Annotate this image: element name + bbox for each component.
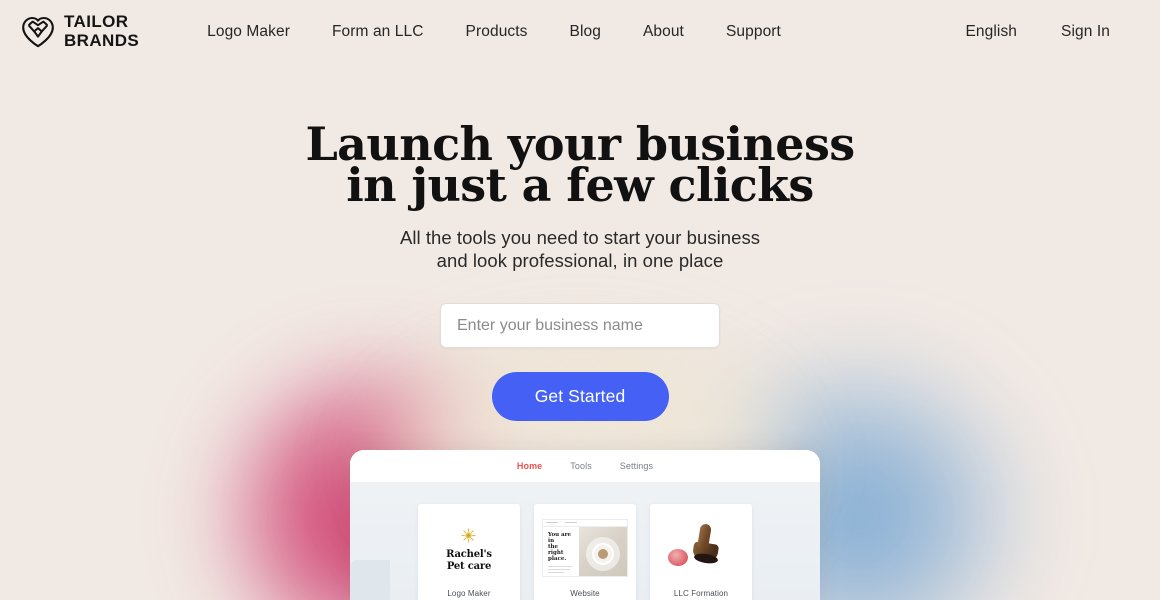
nav-item-logo-maker[interactable]: Logo Maker: [186, 23, 311, 41]
mockup-tab-home[interactable]: Home: [517, 461, 542, 471]
nav-item-products[interactable]: Products: [445, 23, 549, 41]
website-preview-topbar: [543, 520, 627, 527]
mockup-side-panel: [350, 560, 390, 600]
logo-preview-art: Rachel's Pet care: [418, 504, 520, 589]
page-title: Launch your business in just a few click…: [0, 121, 1160, 212]
mockup-tab-tools[interactable]: Tools: [570, 461, 592, 471]
tailor-brands-heart-shield-icon: [21, 16, 55, 48]
hero-subtitle-line1: All the tools you need to start your bus…: [399, 227, 761, 248]
website-preview-headline-line1: You are in: [548, 531, 571, 544]
brand-logo[interactable]: TAILOR BRANDS: [21, 13, 139, 51]
logo-preview-name-line2: Pet care: [446, 560, 492, 572]
hero-subtitle: All the tools you need to start your bus…: [0, 226, 1160, 272]
mockup-card-label-llc-formation: LLC Formation: [673, 589, 729, 598]
brand-wordmark-line1: TAILOR: [64, 12, 129, 31]
main-nav: Logo Maker Form an LLC Products Blog Abo…: [186, 23, 802, 41]
website-preview-body-lines: [548, 565, 575, 574]
wax-seal-icon: [668, 548, 688, 566]
website-preview-headline-line3: place.: [548, 555, 567, 562]
hero-section: Launch your business in just a few click…: [0, 64, 1160, 421]
nav-item-about[interactable]: About: [622, 23, 705, 41]
mockup-card-llc-formation[interactable]: LLC Formation: [650, 504, 752, 600]
mockup-body: Rachel's Pet care Logo Maker You are in …: [350, 482, 820, 600]
sign-in-link[interactable]: Sign In: [1039, 23, 1132, 41]
website-preview-art: You are in the right place.: [534, 504, 636, 589]
wax-stamp-preview-art: [650, 504, 752, 589]
language-selector[interactable]: English: [943, 23, 1039, 41]
brand-wordmark-line2: BRANDS: [64, 31, 140, 50]
mockup-card-logo-maker[interactable]: Rachel's Pet care Logo Maker: [418, 504, 520, 600]
website-preview-photo: [579, 526, 627, 576]
get-started-button[interactable]: Get Started: [491, 372, 669, 421]
hero-subtitle-line2: and look professional, in one place: [436, 250, 724, 271]
nav-item-blog[interactable]: Blog: [549, 23, 622, 41]
hero-title-line2: in just a few clicks: [346, 158, 814, 212]
header-right-actions: English Sign In: [943, 23, 1140, 41]
nav-item-support[interactable]: Support: [705, 23, 802, 41]
site-header: TAILOR BRANDS Logo Maker Form an LLC Pro…: [0, 0, 1160, 64]
mockup-card-label-logo-maker: Logo Maker: [447, 589, 491, 598]
sunburst-icon: [461, 528, 476, 548]
dashboard-mockup: Home Tools Settings Rachel's Pet care Lo…: [350, 450, 820, 600]
mockup-tab-settings[interactable]: Settings: [620, 461, 653, 471]
brand-wordmark: TAILOR BRANDS: [64, 13, 139, 51]
logo-preview-name-line1: Rachel's: [446, 548, 492, 560]
nav-item-form-an-llc[interactable]: Form an LLC: [311, 23, 445, 41]
website-preview-headline-line2: the right: [548, 543, 564, 556]
mockup-tabbar: Home Tools Settings: [350, 450, 820, 482]
business-name-input[interactable]: [440, 303, 720, 348]
mockup-card-website[interactable]: You are in the right place. Website: [534, 504, 636, 600]
mockup-card-label-website: Website: [570, 589, 600, 598]
